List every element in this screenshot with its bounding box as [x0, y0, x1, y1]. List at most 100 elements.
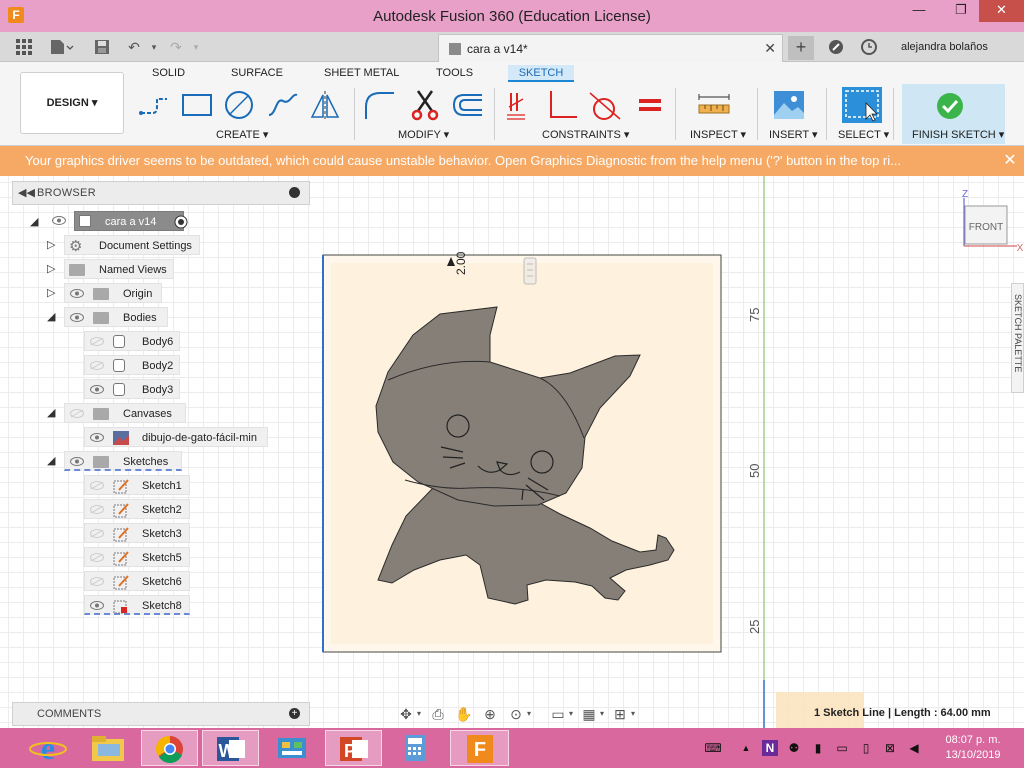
browser-item-sketch5[interactable]: Sketch5: [84, 547, 190, 567]
tab-sketch[interactable]: SKETCH: [508, 65, 574, 82]
browser-item-canvas-image[interactable]: dibujo-de-gato-fácil-min: [84, 427, 268, 447]
user-account-menu[interactable]: alejandra bolaños: [901, 41, 988, 53]
expand-icon[interactable]: ▷: [47, 286, 55, 299]
browser-item-body2[interactable]: Body2: [84, 355, 180, 375]
modify-menu[interactable]: MODIFY ▾: [398, 128, 449, 141]
volume-icon[interactable]: ◀: [906, 740, 922, 756]
browser-item-sketch1[interactable]: Sketch1: [84, 475, 190, 495]
minimize-browser-icon[interactable]: [289, 187, 300, 198]
job-status-icon[interactable]: [861, 39, 877, 55]
insert-image-icon[interactable]: [772, 89, 806, 121]
equal-constraint-icon[interactable]: [633, 89, 667, 121]
browser-item-document-settings[interactable]: ⚙ Document Settings: [64, 235, 200, 255]
show-hidden-icons[interactable]: ▲: [738, 740, 754, 756]
grid-dropdown-icon[interactable]: ▾: [598, 705, 606, 723]
browser-item-bodies[interactable]: Bodies: [64, 307, 168, 327]
view-cube[interactable]: FRONT Z X: [955, 186, 1024, 256]
internet-explorer-task[interactable]: e: [20, 730, 77, 766]
tab-solid[interactable]: SOLID: [152, 67, 185, 79]
look-at-icon[interactable]: ⎙: [429, 705, 447, 723]
collapse-panel-icon[interactable]: ◀◀: [18, 186, 35, 199]
file-menu-icon[interactable]: [50, 39, 74, 55]
signal-strength-icon[interactable]: ▮: [810, 740, 826, 756]
circle-tool-icon[interactable]: [222, 89, 256, 121]
root-component-row[interactable]: cara a v14: [74, 211, 184, 231]
file-explorer-task[interactable]: [80, 730, 137, 766]
coincident-constraint-icon[interactable]: [503, 89, 537, 121]
activate-radio-icon[interactable]: [174, 215, 188, 229]
rectangle-tool-icon[interactable]: [180, 89, 214, 121]
create-menu[interactable]: CREATE ▾: [216, 128, 268, 141]
browser-item-body3[interactable]: Body3: [84, 379, 180, 399]
taskbar-clock[interactable]: 08:07 p. m. 13/10/2019: [938, 733, 1008, 763]
collapse-root-icon[interactable]: ◢: [30, 215, 38, 228]
offset-tool-icon[interactable]: [450, 89, 484, 121]
hidden-eye-icon[interactable]: [70, 409, 84, 418]
visibility-eye-icon[interactable]: [70, 457, 84, 466]
select-menu[interactable]: SELECT ▾: [838, 128, 889, 141]
tab-tools[interactable]: TOOLS: [436, 67, 473, 79]
collapse-icon[interactable]: ◢: [47, 454, 55, 467]
maximize-button[interactable]: ❐: [946, 0, 976, 22]
hidden-eye-icon[interactable]: [90, 481, 104, 490]
insert-menu[interactable]: INSERT ▾: [769, 128, 818, 141]
fillet-tool-icon[interactable]: [362, 89, 396, 121]
browser-item-sketch2[interactable]: Sketch2: [84, 499, 190, 519]
sketch-palette-tab[interactable]: SKETCH PALETTE: [1011, 283, 1024, 393]
hidden-eye-icon[interactable]: [90, 529, 104, 538]
onenote-tray-icon[interactable]: N: [762, 740, 778, 756]
calculator-task[interactable]: [387, 730, 444, 766]
visibility-eye-icon[interactable]: [52, 216, 66, 225]
visibility-eye-icon[interactable]: [90, 601, 104, 610]
visibility-eye-icon[interactable]: [70, 313, 84, 322]
undo-dropdown-icon[interactable]: ▾: [146, 39, 162, 55]
finish-sketch-menu[interactable]: FINISH SKETCH ▾: [912, 128, 1004, 141]
people-tray-icon[interactable]: ⚉: [786, 740, 802, 756]
visibility-eye-icon[interactable]: [70, 289, 84, 298]
redo-icon[interactable]: ↷: [168, 39, 184, 55]
tab-surface[interactable]: SURFACE: [231, 67, 283, 79]
tangent-constraint-icon[interactable]: [588, 89, 622, 121]
redo-dropdown-icon[interactable]: ▾: [188, 39, 204, 55]
document-tab[interactable]: cara a v14* ✕: [438, 34, 783, 62]
hidden-eye-icon[interactable]: [90, 505, 104, 514]
collapse-icon[interactable]: ◢: [47, 310, 55, 323]
inspect-menu[interactable]: INSPECT ▾: [690, 128, 746, 141]
battery-icon[interactable]: ▯: [858, 740, 874, 756]
hidden-eye-icon[interactable]: [90, 577, 104, 586]
visibility-eye-icon[interactable]: [90, 433, 104, 442]
hidden-eye-icon[interactable]: [90, 553, 104, 562]
powerpoint-task[interactable]: P: [325, 730, 382, 766]
display-dropdown-icon[interactable]: ▾: [567, 705, 575, 723]
perpendicular-constraint-icon[interactable]: [545, 89, 579, 121]
minimize-button[interactable]: —: [904, 0, 934, 22]
chrome-task[interactable]: [141, 730, 198, 766]
close-window-button[interactable]: ✕: [979, 0, 1024, 22]
zoom-icon[interactable]: ⊕: [481, 705, 499, 723]
hidden-eye-icon[interactable]: [90, 337, 104, 346]
add-comment-icon[interactable]: +: [289, 708, 300, 719]
close-tab-icon[interactable]: ✕: [764, 40, 776, 57]
trim-scissors-icon[interactable]: [408, 89, 442, 121]
mirror-tool-icon[interactable]: [308, 89, 342, 121]
save-icon[interactable]: [94, 39, 110, 55]
comments-panel[interactable]: COMMENTS +: [12, 702, 310, 726]
display-tray-icon[interactable]: ▭: [834, 740, 850, 756]
word-task[interactable]: W: [202, 730, 259, 766]
tab-sheet-metal[interactable]: SHEET METAL: [324, 67, 399, 79]
keyboard-icon[interactable]: ⌨: [700, 740, 726, 756]
extensions-icon[interactable]: [828, 39, 844, 55]
collapse-icon[interactable]: ◢: [47, 406, 55, 419]
action-center-icon[interactable]: ⊠: [882, 740, 898, 756]
visibility-eye-icon[interactable]: [90, 385, 104, 394]
fit-window-icon[interactable]: ⊙: [507, 705, 525, 723]
data-panel-grid-icon[interactable]: [16, 39, 32, 55]
fusion360-task[interactable]: F: [450, 730, 509, 766]
display-settings-icon[interactable]: ▭: [549, 705, 567, 723]
browser-item-origin[interactable]: Origin: [64, 283, 162, 303]
control-panel-task[interactable]: [264, 730, 321, 766]
new-tab-button[interactable]: +: [788, 36, 814, 60]
constraints-menu[interactable]: CONSTRAINTS ▾: [542, 128, 629, 141]
browser-item-canvases[interactable]: Canvases: [64, 403, 186, 423]
workspace-switcher-button[interactable]: DESIGN ▾: [20, 72, 124, 134]
